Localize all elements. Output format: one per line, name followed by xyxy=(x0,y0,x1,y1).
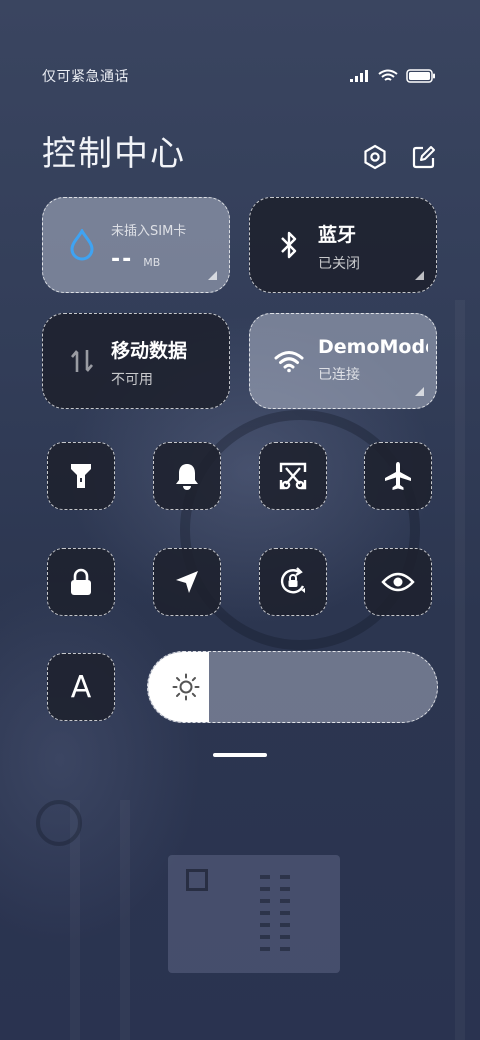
data-usage-unit: MB xyxy=(143,256,161,269)
expand-corner-icon xyxy=(208,271,217,280)
brightness-slider[interactable] xyxy=(147,651,438,723)
data-usage-value: -- xyxy=(111,247,134,272)
sim-status-label: 未插入SIM卡 xyxy=(111,224,187,239)
wifi-tile[interactable]: DemoMode 已连接 xyxy=(249,313,437,409)
settings-icon[interactable] xyxy=(362,144,388,170)
drag-handle[interactable] xyxy=(213,753,267,757)
sun-icon xyxy=(172,673,200,701)
wifi-network-name: DemoMode xyxy=(318,336,428,358)
wifi-icon xyxy=(274,346,304,376)
scissors-icon xyxy=(279,462,307,490)
data-arrows-icon xyxy=(67,346,97,376)
rotation-lock-icon xyxy=(280,567,305,594)
location-arrow-icon xyxy=(176,571,198,593)
flashlight-toggle[interactable] xyxy=(47,442,115,510)
expand-corner-icon xyxy=(415,271,424,280)
lock-icon xyxy=(71,568,91,595)
status-bar: 仅可紧急通话 xyxy=(42,66,436,86)
airplane-icon xyxy=(385,462,411,490)
bluetooth-label: 蓝牙 xyxy=(318,224,357,246)
wifi-status-icon xyxy=(378,69,398,81)
bluetooth-tile[interactable]: 蓝牙 已关闭 xyxy=(249,197,437,293)
sim-data-tile[interactable]: 未插入SIM卡 -- MB xyxy=(42,197,230,293)
airplane-mode-toggle[interactable] xyxy=(364,442,432,510)
page-title: 控制中心 xyxy=(42,133,186,174)
location-toggle[interactable] xyxy=(153,548,221,616)
ringer-toggle[interactable] xyxy=(153,442,221,510)
auto-brightness-toggle[interactable]: A xyxy=(47,653,115,721)
bell-icon xyxy=(176,464,198,490)
bluetooth-status: 已关闭 xyxy=(318,256,360,272)
rotation-lock-toggle[interactable] xyxy=(259,548,327,616)
edit-icon[interactable] xyxy=(412,145,436,169)
mobile-data-status: 不可用 xyxy=(111,372,153,388)
header: 控制中心 xyxy=(42,128,436,174)
battery-icon xyxy=(406,69,435,83)
auto-brightness-label: A xyxy=(70,669,92,705)
bluetooth-icon xyxy=(274,230,304,260)
mobile-data-tile[interactable]: 移动数据 不可用 xyxy=(42,313,230,409)
water-drop-icon xyxy=(67,229,97,261)
flashlight-icon xyxy=(71,464,91,488)
eye-icon xyxy=(381,572,415,592)
wifi-status: 已连接 xyxy=(318,367,360,383)
reading-mode-toggle[interactable] xyxy=(364,548,432,616)
mobile-data-label: 移动数据 xyxy=(111,340,188,362)
lock-screen-toggle[interactable] xyxy=(47,548,115,616)
screenshot-toggle[interactable] xyxy=(259,442,327,510)
signal-icon xyxy=(350,70,368,82)
expand-corner-icon xyxy=(415,387,424,396)
carrier-text: 仅可紧急通话 xyxy=(42,69,129,85)
